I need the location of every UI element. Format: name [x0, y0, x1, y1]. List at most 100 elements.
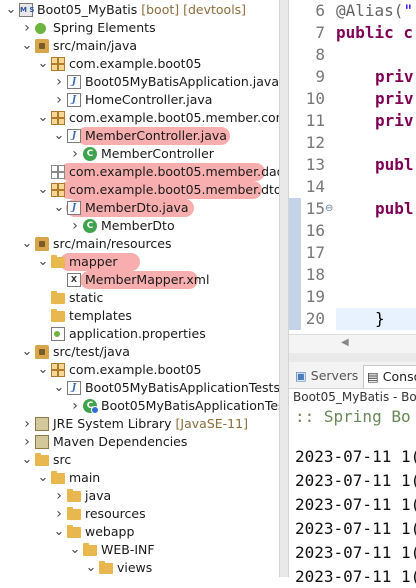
chevron-down-icon[interactable]: ⌄ — [37, 361, 49, 379]
tree-item-text: com.example.boot05.member.contro — [69, 109, 279, 127]
tree-item-label: views — [117, 560, 153, 575]
tree-item[interactable]: ⌄ src/main/java — [0, 37, 279, 55]
tree-item[interactable]: ⌄ webapp — [0, 523, 279, 541]
tree-item[interactable]: ⌄ src/main/resources — [0, 235, 279, 253]
line-number: 7 — [315, 23, 325, 42]
tree-item[interactable]: › J HomeController.java — [0, 91, 279, 109]
tree-item[interactable]: ⌄ views — [0, 559, 279, 577]
tree-item-text: resources — [85, 505, 146, 523]
tree-item[interactable]: ⌄ M S Boot05_MyBatis [boot] [devtools] — [0, 1, 279, 19]
code-token: publ — [375, 199, 414, 218]
tab-console[interactable]: ▤ Conso — [363, 365, 416, 388]
chevron-down-icon[interactable]: ⌄ — [53, 127, 65, 145]
tree-item-text: MemberController — [101, 145, 214, 163]
tree-item[interactable]: › Spring Elements — [0, 19, 279, 37]
package-icon — [51, 111, 65, 125]
chevron-down-icon[interactable]: ⌄ — [21, 37, 33, 55]
code-token: public c — [336, 23, 414, 42]
chevron-right-icon[interactable]: › — [53, 91, 65, 109]
view-divider[interactable] — [279, 0, 289, 577]
chevron-down-icon[interactable]: ⌄ — [37, 109, 49, 127]
tree-item-label: com.example.boot05.member.contro — [69, 110, 279, 125]
scroll-left-icon[interactable]: ◀ — [341, 337, 349, 348]
tree-item[interactable]: ⌄ J Boot05MyBatisApplicationTests.ja — [0, 379, 279, 397]
editor-console-sash[interactable] — [289, 353, 416, 362]
tab-console-label: Conso — [382, 369, 416, 384]
tree-item-text: webapp — [85, 523, 134, 541]
code-line: publ — [336, 154, 414, 176]
code-editor[interactable]: 6 7 8 9 10 11 12 13 14 15 16 17 18 19 20 ⊖ @Alias(" publ… — [289, 0, 416, 354]
chevron-down-icon[interactable]: ⌄ — [53, 379, 65, 397]
console-view: ▣ Servers ▤ Conso Boot05_MyBatis - Boot … — [289, 362, 416, 586]
code-token: @Alias( — [336, 1, 404, 20]
tree-item-text: Boot05MyBatisApplication.java — [85, 73, 279, 91]
chevron-down-icon[interactable]: ⌄ — [85, 559, 97, 577]
tree-item[interactable]: ⌄ J MemberController.java — [0, 127, 279, 145]
chevron-down-icon[interactable]: ⌄ — [37, 181, 49, 199]
project-icon: M S — [19, 3, 34, 17]
chevron-down-icon[interactable]: ⌄ — [21, 235, 33, 253]
tree-item[interactable]: › java — [0, 487, 279, 505]
chevron-down-icon[interactable]: ⌄ — [69, 541, 81, 559]
tree-item[interactable]: ⌄ main — [0, 469, 279, 487]
line-number: 20 — [305, 309, 325, 328]
tree-item-label: com.example.boot05.member.dao — [69, 164, 279, 179]
package-icon — [51, 57, 65, 71]
tree-item[interactable]: X MemberMapper.xml — [0, 271, 279, 289]
chevron-down-icon[interactable]: ⌄ — [53, 199, 65, 217]
chevron-down-icon[interactable]: ⌄ — [37, 253, 49, 271]
tree-item[interactable]: › C MemberController — [0, 145, 279, 163]
tree-item[interactable]: ⌄ J MemberDto.java — [0, 199, 279, 217]
folder-icon — [51, 291, 65, 304]
chevron-right-icon[interactable]: › — [21, 433, 33, 451]
tree-item[interactable]: › C MemberDto — [0, 217, 279, 235]
chevron-right-icon[interactable]: › — [69, 145, 81, 163]
chevron-down-icon[interactable]: ⌄ — [21, 343, 33, 361]
tree-item-label: HomeController.java — [85, 92, 213, 107]
console-line: 2023-07-11 1( — [295, 471, 416, 490]
tree-item[interactable]: › C Boot05MyBatisApplicationTest — [0, 397, 279, 415]
tree-item[interactable]: ⌄ com.example.boot05.member.contro — [0, 109, 279, 127]
tree-item[interactable]: ⌄ src — [0, 451, 279, 469]
chevron-down-icon[interactable]: ⌄ — [21, 451, 33, 469]
tree-item[interactable]: ⌄ com.example.boot05 — [0, 55, 279, 73]
chevron-down-icon[interactable]: ⌄ — [53, 523, 65, 541]
tree-item[interactable]: › JRE System Library [JavaSE-11] — [0, 415, 279, 433]
chevron-right-icon[interactable]: › — [21, 19, 33, 37]
tree-item[interactable]: static — [0, 289, 279, 307]
chevron-right-icon[interactable]: › — [53, 73, 65, 91]
tree-item[interactable]: ⌄ com.example.boot05.member.dto — [0, 181, 279, 199]
horizontal-scrollbar[interactable]: ◀ — [289, 334, 416, 354]
tree-item-text: com.example.boot05 — [69, 55, 201, 73]
tab-servers[interactable]: ▣ Servers — [295, 365, 358, 387]
console-icon: ▤ — [367, 369, 379, 384]
tree-item[interactable]: › Maven Dependencies — [0, 433, 279, 451]
tree-item-text: Maven Dependencies — [53, 433, 187, 451]
tree-item-label: src/main/java — [53, 38, 138, 53]
tree-item-label: src/test/java — [53, 344, 130, 359]
tree-item-decoration: [JavaSE-11] — [175, 416, 248, 431]
tree-item[interactable]: › J Boot05MyBatisApplication.java — [0, 73, 279, 91]
tree-item[interactable]: application.properties — [0, 325, 279, 343]
tree-item[interactable]: ⌄ com.example.boot05 — [0, 361, 279, 379]
chevron-right-icon[interactable]: › — [69, 217, 81, 235]
tree-item[interactable]: com.example.boot05.member.dao — [0, 163, 279, 181]
chevron-right-icon[interactable]: › — [21, 415, 33, 433]
chevron-right-icon[interactable]: › — [53, 487, 65, 505]
tree-item-decoration: [boot] [devtools] — [141, 2, 247, 17]
chevron-right-icon[interactable]: › — [69, 397, 81, 415]
console-line: 2023-07-11 1( — [295, 567, 416, 586]
chevron-right-icon[interactable]: › — [53, 505, 65, 523]
tree-item-text: src/main/resources — [53, 235, 171, 253]
tree-item[interactable]: templates — [0, 307, 279, 325]
chevron-down-icon[interactable]: ⌄ — [37, 469, 49, 487]
tree-item[interactable]: ⌄ src/test/java — [0, 343, 279, 361]
tree-item[interactable]: › resources — [0, 505, 279, 523]
chevron-down-icon[interactable]: ⌄ — [5, 1, 17, 19]
folder-icon — [83, 543, 97, 556]
tree-item-text: views — [117, 559, 152, 577]
chevron-down-icon[interactable]: ⌄ — [37, 55, 49, 73]
tree-item[interactable]: ⌄ WEB-INF — [0, 541, 279, 559]
tree-item[interactable]: ⌄ mapper — [0, 253, 279, 271]
fold-icon[interactable]: ⊖ — [325, 198, 333, 220]
